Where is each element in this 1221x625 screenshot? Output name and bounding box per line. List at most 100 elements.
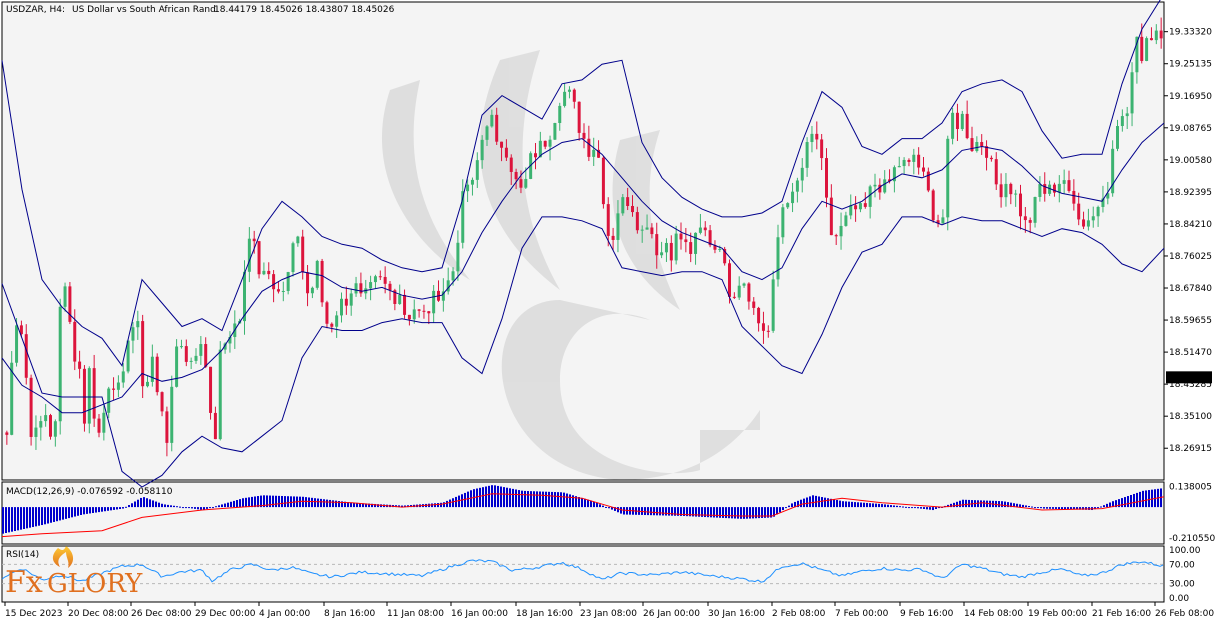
candle-body: [999, 184, 1003, 198]
macd-histogram-bar: [167, 504, 169, 508]
candle-body: [1028, 220, 1032, 223]
macd-histogram-bar: [806, 497, 808, 508]
candle-body: [873, 184, 877, 187]
macd-histogram-bar: [650, 507, 652, 516]
macd-histogram-bar: [866, 502, 868, 508]
candle-body: [757, 307, 761, 324]
time-tick-label: 18 Jan 16:00: [516, 609, 573, 619]
macd-histogram-bar: [8, 507, 10, 533]
macd-histogram-bar: [503, 487, 505, 508]
macd-histogram-bar: [659, 507, 661, 516]
macd-histogram-bar: [1145, 490, 1147, 508]
time-tick-label: 20 Dec 08:00: [68, 609, 129, 619]
candle-body: [388, 283, 392, 291]
candle-body: [286, 272, 290, 291]
macd-histogram-bar: [62, 507, 64, 520]
macd-histogram-bar: [254, 496, 256, 508]
macd-histogram-bar: [1004, 501, 1006, 508]
candle-body: [868, 186, 872, 207]
macd-histogram-bar: [1025, 505, 1027, 508]
macd-histogram-bar: [494, 485, 496, 508]
candle-body: [398, 294, 402, 304]
candle-body: [553, 122, 557, 140]
candle-body: [509, 157, 513, 172]
macd-histogram-bar: [836, 500, 838, 508]
macd-histogram-bar: [176, 506, 178, 508]
candle-body: [383, 276, 387, 284]
macd-histogram-bar: [608, 507, 610, 509]
macd-histogram-bar: [872, 503, 874, 508]
candle-body: [160, 392, 164, 412]
candle-body: [272, 274, 276, 290]
candle-body: [563, 91, 567, 106]
macd-histogram-bar: [2, 507, 4, 534]
macd-histogram-bar: [1106, 503, 1108, 508]
macd-histogram-bar: [515, 489, 517, 508]
macd-histogram-bar: [1133, 493, 1135, 508]
candle-body: [800, 167, 804, 181]
candle-body: [29, 377, 33, 437]
macd-histogram-bar: [317, 498, 319, 508]
macd-histogram-bar: [38, 507, 40, 526]
macd-histogram-bar: [59, 507, 61, 521]
candle-body: [354, 283, 358, 294]
candle-body: [534, 153, 537, 158]
macd-histogram-bar: [536, 491, 538, 508]
candle-body: [1086, 220, 1090, 227]
candle-body: [728, 263, 731, 297]
candle-body: [742, 283, 746, 286]
macd-histogram-bar: [623, 507, 625, 515]
macd-histogram-bar: [32, 507, 34, 528]
macd-histogram-bar: [854, 502, 856, 508]
price-tick-label: 18.35100: [1169, 412, 1212, 422]
candle-body: [141, 321, 145, 387]
macd-histogram-bar: [56, 507, 58, 522]
candle-body: [102, 412, 106, 433]
candle-body: [310, 287, 314, 294]
candle-body: [815, 133, 819, 140]
macd-histogram-bar: [323, 499, 325, 508]
candle-body: [786, 203, 790, 208]
macd-histogram-bar: [962, 499, 964, 508]
macd-histogram-bar: [842, 501, 844, 508]
rsi-label: RSI(14): [6, 550, 39, 560]
candle-body: [218, 349, 222, 440]
candle-body: [601, 157, 605, 205]
macd-histogram-bar: [119, 507, 121, 510]
rsi-panel-bg: [1, 545, 1165, 603]
macd-histogram-bar: [497, 485, 499, 508]
candle-body: [689, 242, 693, 254]
candle-body: [989, 157, 993, 160]
macd-histogram-bar: [80, 507, 82, 515]
macd-histogram-bar: [170, 505, 172, 508]
macd-histogram-bar: [83, 507, 85, 515]
macd-histogram-bar: [1136, 492, 1138, 508]
candle-body: [44, 415, 48, 422]
candle-body: [883, 179, 887, 193]
price-tick-label: 18.84210: [1169, 220, 1212, 230]
candle-body: [58, 306, 62, 422]
macd-histogram-bar: [215, 506, 217, 508]
candle-body: [1130, 72, 1134, 114]
macd-histogram-bar: [251, 496, 253, 508]
macd-histogram-bar: [980, 500, 982, 508]
current-price-label: 18.45026: [1168, 373, 1211, 383]
candle-body: [820, 139, 824, 159]
macd-histogram-bar: [149, 499, 151, 508]
macd-histogram-bar: [452, 498, 454, 508]
macd-histogram-bar: [809, 496, 811, 508]
candle-body: [1145, 38, 1149, 61]
macd-histogram-bar: [86, 507, 88, 514]
time-tick-label: 15 Dec 2023: [5, 609, 63, 619]
candle-body: [170, 386, 174, 443]
rsi-tick-label: 30.00: [1169, 580, 1195, 590]
candle-body: [247, 238, 251, 272]
candle-body: [839, 225, 843, 237]
macd-histogram-bar: [887, 504, 889, 508]
macd-histogram-bar: [98, 507, 100, 513]
macd-histogram-bar: [1040, 507, 1042, 509]
macd-histogram-bar: [131, 503, 133, 508]
macd-histogram-bar: [788, 505, 790, 508]
candle-body: [994, 159, 998, 185]
candle-body: [10, 362, 14, 435]
